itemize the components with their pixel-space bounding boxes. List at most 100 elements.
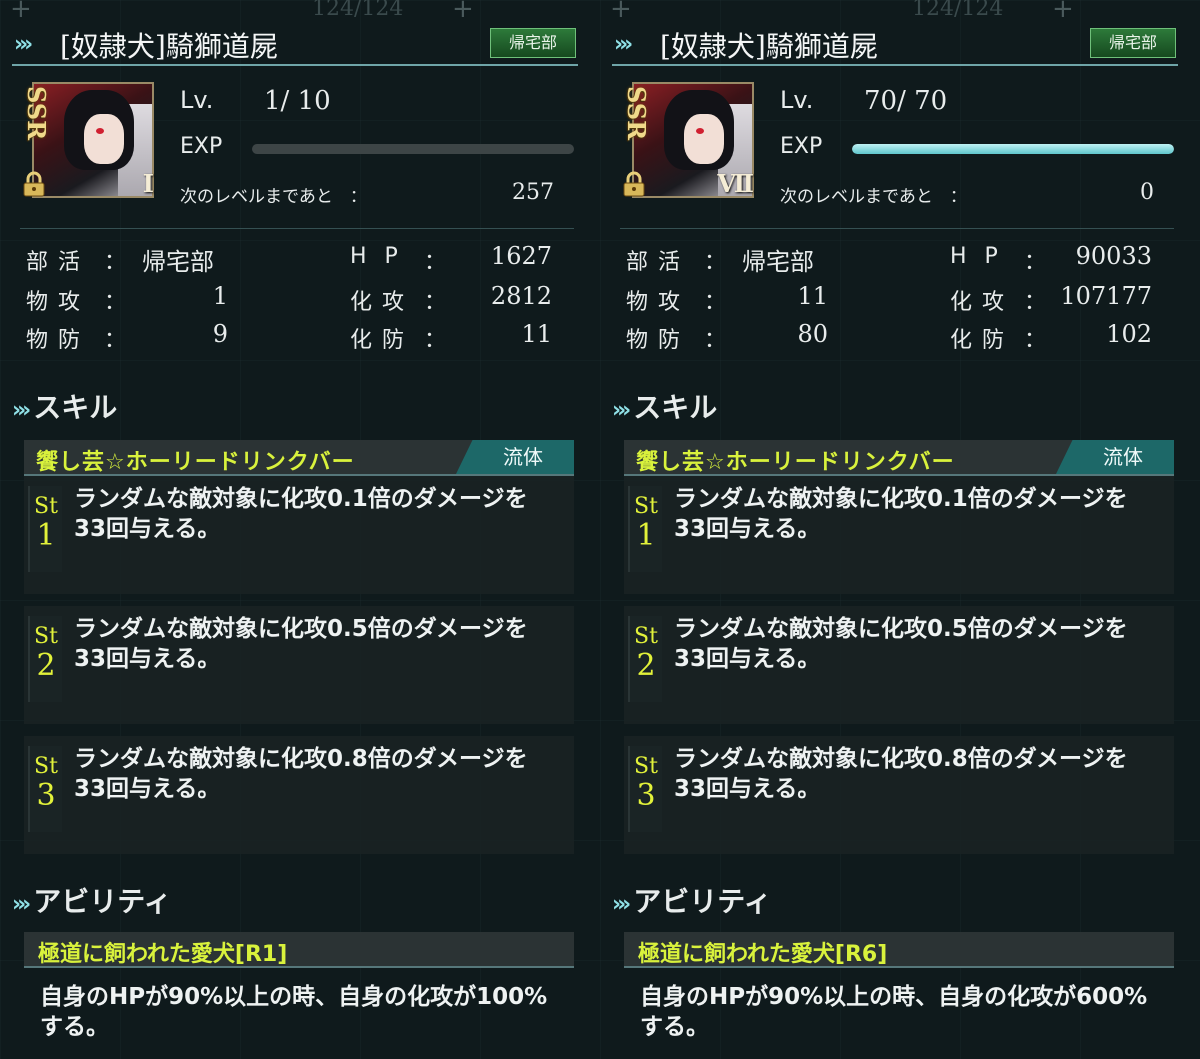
colon: ： xyxy=(704,328,727,353)
padlock-icon xyxy=(623,171,645,197)
matk-value: 2812 xyxy=(490,282,552,310)
skill-stage-1: St 1 ランダムな敵対象に化攻0.1倍のダメージを33回与える。 xyxy=(24,476,574,594)
colon: ： xyxy=(1024,250,1047,275)
hp-label: HP xyxy=(950,244,1016,269)
stage-tag: St 1 xyxy=(628,486,662,572)
ghost-counter: 124/124 xyxy=(912,0,1004,21)
club-value: 帰宅部 xyxy=(742,248,814,276)
ability-name-bar[interactable]: 極道に飼われた愛犬[R1] xyxy=(24,932,574,968)
pdef-label: 物防 xyxy=(26,328,91,353)
mdef-value: 11 xyxy=(521,320,552,348)
character-card: + 124/124 + ››› [奴隷犬]騎獅道屍 帰宅部 SSR Ⅶ Lv. … xyxy=(610,0,1198,1059)
padlock-icon xyxy=(23,171,45,197)
character-portrait[interactable]: SSR Ⅰ xyxy=(20,82,156,200)
stage-tag-label: St xyxy=(634,624,658,649)
stage-description: ランダムな敵対象に化攻0.8倍のダメージを33回与える。 xyxy=(74,746,528,802)
rarity-badge: SSR xyxy=(22,86,51,141)
level-value: 70/ 70 xyxy=(864,86,948,116)
club-badge: 帰宅部 xyxy=(490,28,576,58)
comparison-screen: + 124/124 + ››› [奴隷犬]騎獅道屍 帰宅部 SSR Ⅰ Lv. … xyxy=(0,0,1200,1059)
stage-description: ランダムな敵対象に化攻0.5倍のダメージを33回与える。 xyxy=(74,616,528,672)
matk-label: 化攻 xyxy=(350,290,415,315)
club-badge: 帰宅部 xyxy=(1090,28,1176,58)
exp-bar xyxy=(852,144,1174,154)
hp-value: 1627 xyxy=(490,242,552,270)
level-label: Lv. xyxy=(780,86,814,114)
hp-value: 90033 xyxy=(1075,242,1152,270)
divider xyxy=(620,228,1174,229)
next-level-label: 次のレベルまであと ： xyxy=(780,187,967,207)
ability-heading-text: アビリティ xyxy=(33,885,172,918)
club-label: 部活 xyxy=(26,250,91,275)
stage-tag-label: St xyxy=(634,754,658,779)
skill-stage-3: St 3 ランダムな敵対象に化攻0.8倍のダメージを33回与える。 xyxy=(624,736,1174,854)
skill-stage-2: St 2 ランダムな敵対象に化攻0.5倍のダメージを33回与える。 xyxy=(24,606,574,724)
limit-break-rank: Ⅶ xyxy=(717,169,754,198)
triple-chevron-icon: ››› xyxy=(14,32,33,57)
triple-chevron-icon: ››› xyxy=(12,892,31,917)
pdef-value: 9 xyxy=(212,320,228,348)
character-portrait[interactable]: SSR Ⅶ xyxy=(620,82,756,200)
card-header: ››› [奴隷犬]騎獅道屍 帰宅部 xyxy=(12,20,578,66)
colon: ： xyxy=(1024,328,1047,353)
patk-value: 11 xyxy=(797,282,828,310)
colon: ： xyxy=(424,328,447,353)
skill-stage-2: St 2 ランダムな敵対象に化攻0.5倍のダメージを33回与える。 xyxy=(624,606,1174,724)
club-label: 部活 xyxy=(626,250,691,275)
stage-description: ランダムな敵対象に化攻0.1倍のダメージを33回与える。 xyxy=(674,486,1128,542)
colon: ： xyxy=(1024,290,1047,315)
stage-tag-label: St xyxy=(34,754,58,779)
stage-description: ランダムな敵対象に化攻0.8倍のダメージを33回与える。 xyxy=(674,746,1128,802)
colon: ： xyxy=(104,250,127,275)
pdef-label: 物防 xyxy=(626,328,691,353)
exp-label: EXP xyxy=(180,134,223,159)
exp-bar-fill xyxy=(852,144,1174,154)
next-level-value: 0 xyxy=(1140,180,1154,205)
hp-label: HP xyxy=(350,244,416,269)
character-title: [奴隷犬]騎獅道屍 xyxy=(60,30,278,63)
skill-heading-text: スキル xyxy=(33,391,118,424)
exp-label: EXP xyxy=(780,134,823,159)
ability-section-heading: ››› アビリティ xyxy=(612,880,772,920)
stage-tag-label: St xyxy=(34,624,58,649)
rarity-badge: SSR xyxy=(622,86,651,141)
ability-section-heading: ››› アビリティ xyxy=(12,880,172,920)
ability-name: 極道に飼われた愛犬[R1] xyxy=(38,942,288,967)
stage-description: ランダムな敵対象に化攻0.5倍のダメージを33回与える。 xyxy=(674,616,1128,672)
triple-chevron-icon: ››› xyxy=(612,398,631,423)
colon: ： xyxy=(104,290,127,315)
triple-chevron-icon: ››› xyxy=(614,32,633,57)
ability-name-bar[interactable]: 極道に飼われた愛犬[R6] xyxy=(624,932,1174,968)
level-label: Lv. xyxy=(180,86,214,114)
skill-type-badge: 流体 xyxy=(1056,440,1174,474)
stage-tag: St 2 xyxy=(28,616,62,702)
skill-name: 饗し芸☆ホーリードリンクバー xyxy=(36,450,355,475)
colon: ： xyxy=(424,250,447,275)
club-value: 帰宅部 xyxy=(142,248,214,276)
stage-tag: St 2 xyxy=(628,616,662,702)
limit-break-rank: Ⅰ xyxy=(142,169,154,198)
mdef-label: 化防 xyxy=(350,328,415,353)
next-level-label: 次のレベルまであと ： xyxy=(180,187,367,207)
colon: ： xyxy=(104,328,127,353)
mdef-label: 化防 xyxy=(950,328,1015,353)
skill-section-heading: ››› スキル xyxy=(612,386,717,426)
skill-stage-3: St 3 ランダムな敵対象に化攻0.8倍のダメージを33回与える。 xyxy=(24,736,574,854)
exp-bar xyxy=(252,144,574,154)
stage-description: ランダムな敵対象に化攻0.1倍のダメージを33回与える。 xyxy=(74,486,528,542)
colon: ： xyxy=(704,290,727,315)
skill-stage-1: St 1 ランダムな敵対象に化攻0.1倍のダメージを33回与える。 xyxy=(624,476,1174,594)
skill-name-bar[interactable]: 饗し芸☆ホーリードリンクバー 流体 xyxy=(624,440,1174,476)
stage-number: 3 xyxy=(36,778,56,813)
stage-tag: St 3 xyxy=(628,746,662,832)
ghost-counter: 124/124 xyxy=(312,0,404,21)
ability-heading-text: アビリティ xyxy=(633,885,772,918)
patk-label: 物攻 xyxy=(26,290,91,315)
stage-number: 2 xyxy=(636,648,656,683)
stage-number: 1 xyxy=(636,518,656,553)
matk-value: 107177 xyxy=(1060,282,1152,310)
matk-label: 化攻 xyxy=(950,290,1015,315)
skill-name-bar[interactable]: 饗し芸☆ホーリードリンクバー 流体 xyxy=(24,440,574,476)
stage-tag: St 3 xyxy=(28,746,62,832)
stage-number: 2 xyxy=(36,648,56,683)
